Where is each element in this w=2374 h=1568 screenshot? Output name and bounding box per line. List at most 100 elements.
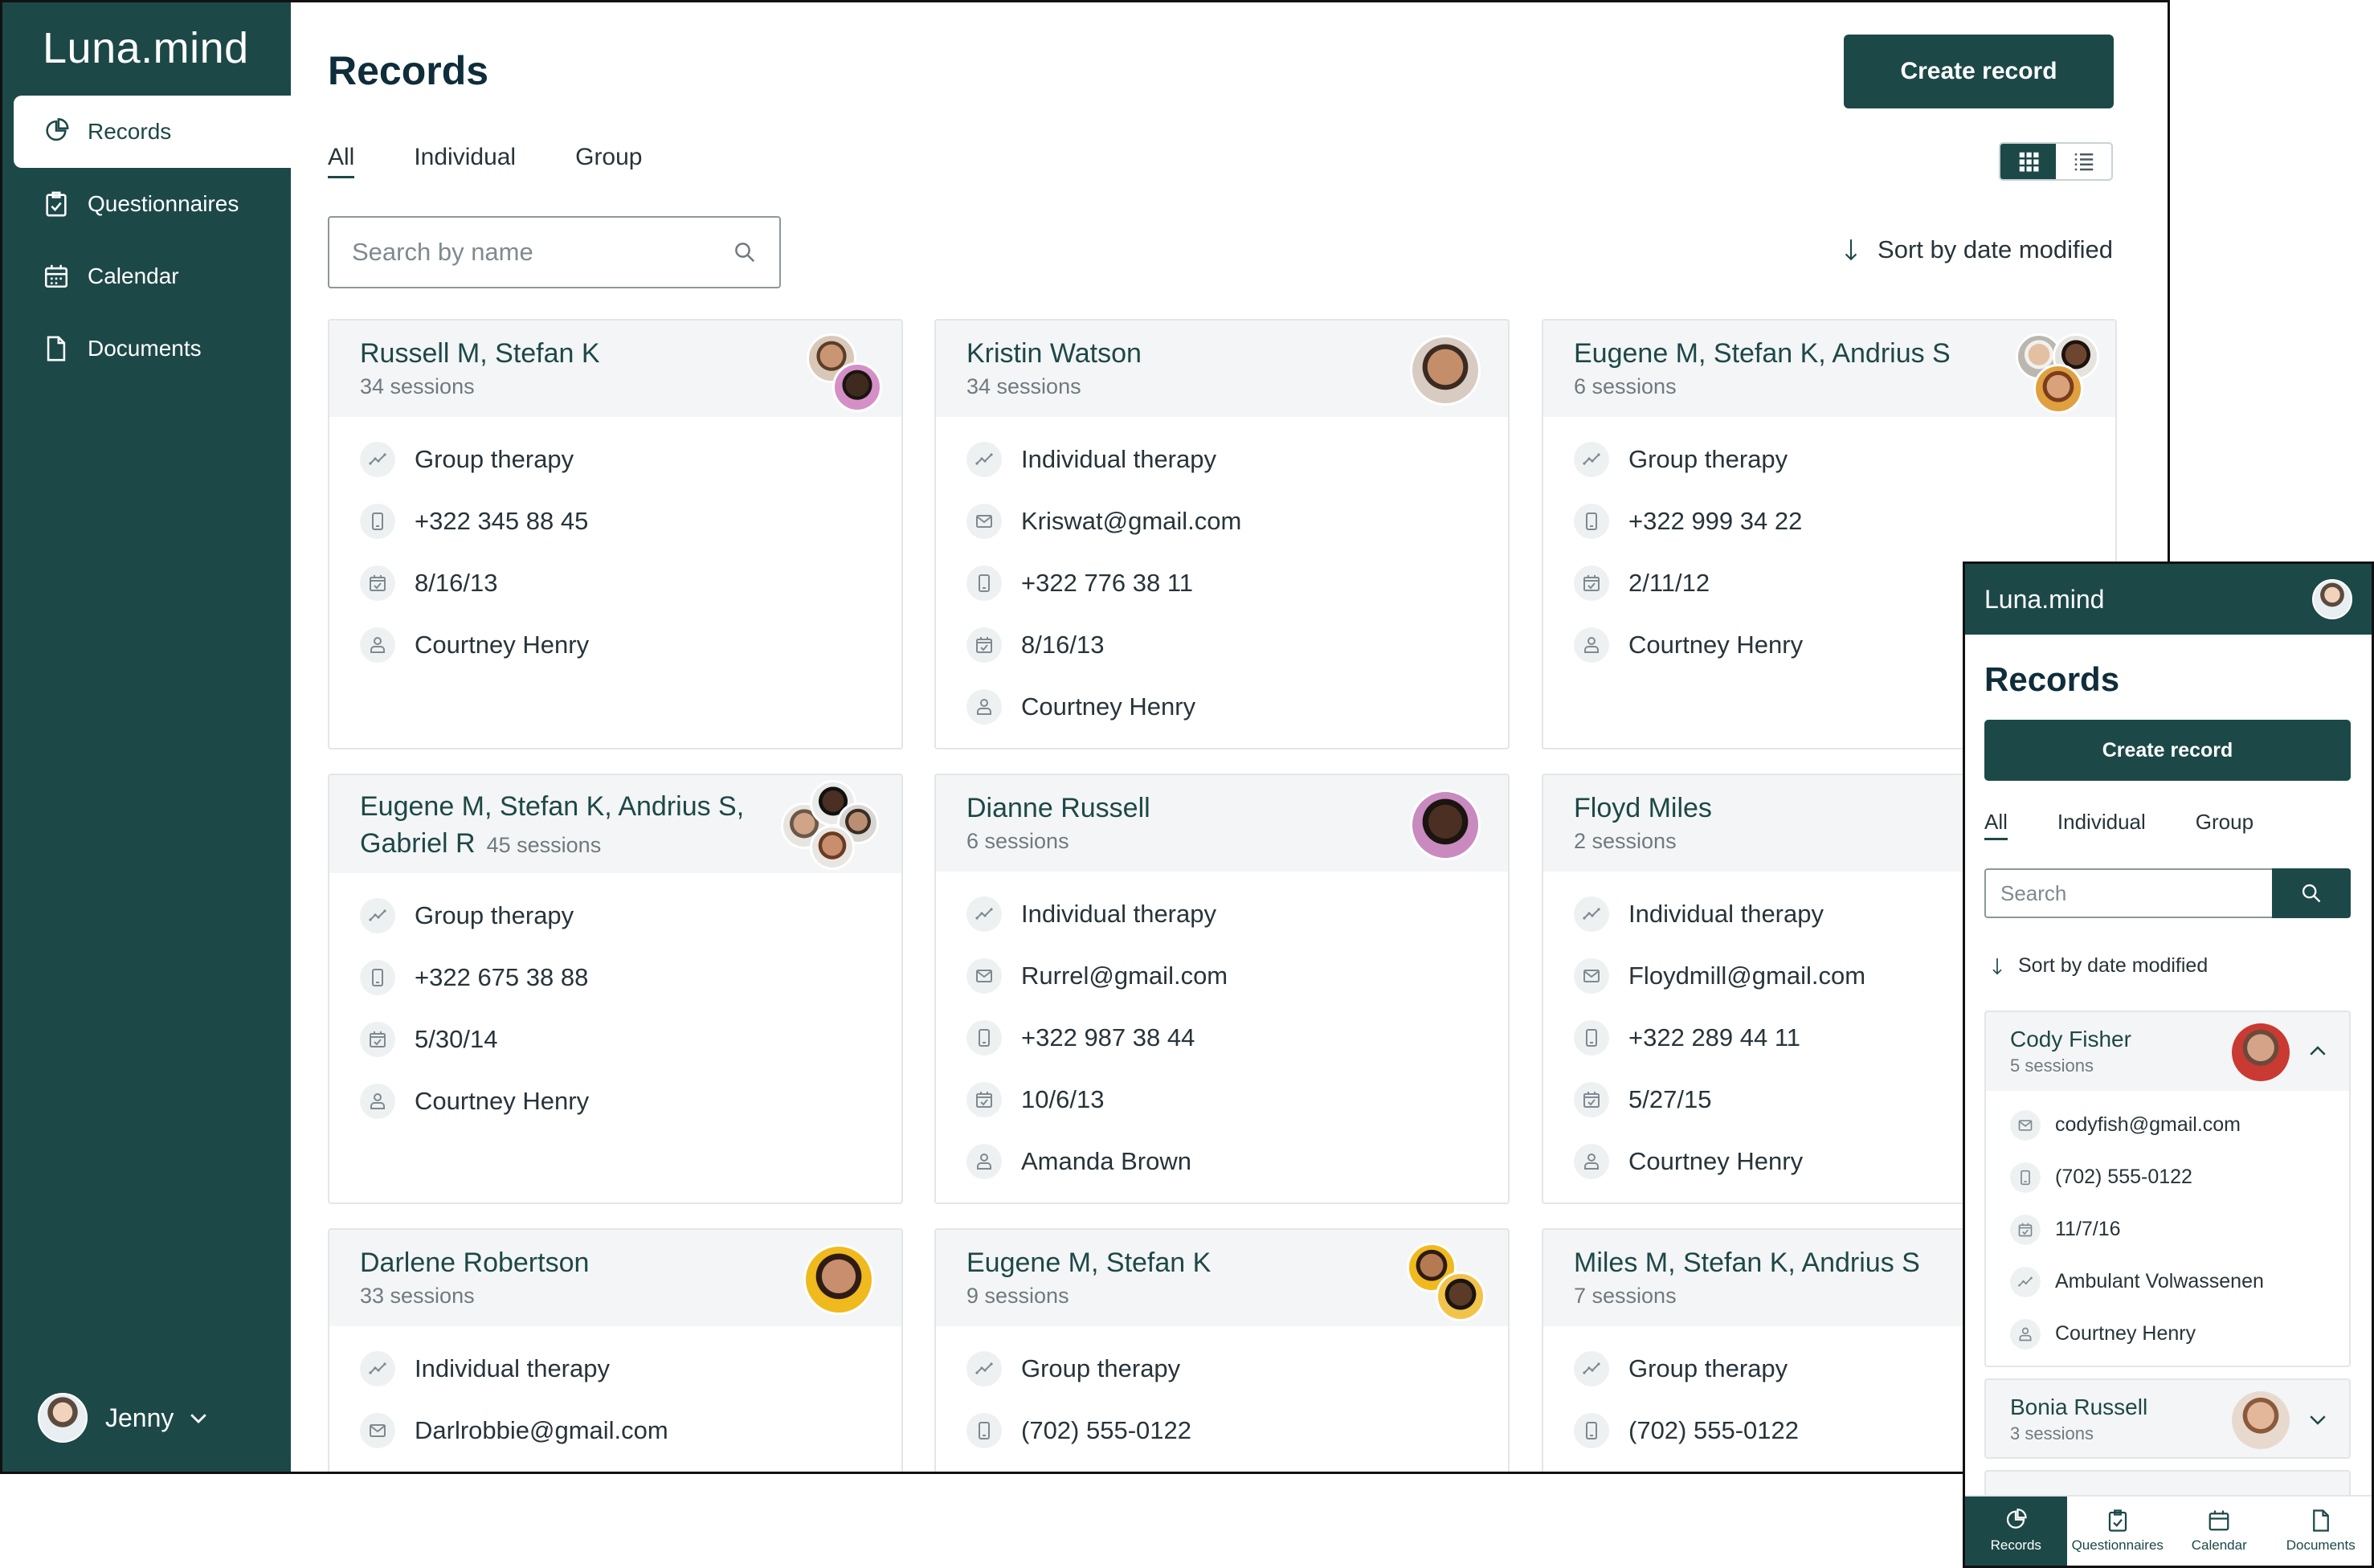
sidebar-item-documents[interactable]: Documents: [14, 312, 291, 385]
avatar: [810, 825, 855, 870]
list-view-button[interactable]: [2056, 144, 2111, 179]
therapy-type-row: Group therapy: [966, 1337, 1477, 1399]
therapy-type: Group therapy: [415, 900, 574, 929]
create-record-button[interactable]: Create record: [1984, 720, 2351, 781]
date-row: 8/16/13: [966, 614, 1477, 676]
phone-icon: [1574, 503, 1609, 539]
chevron-up-icon[interactable]: [2306, 1039, 2330, 1064]
avatar: [832, 362, 882, 412]
record-sessions: 9 sessions: [966, 1284, 1069, 1308]
search-button[interactable]: [2272, 868, 2351, 918]
therapist-name: Courtney Henry: [2055, 1322, 2196, 1345]
phone-row: +322 999 34 22: [1574, 490, 2085, 552]
person-icon: [1574, 627, 1609, 663]
document-icon: [2312, 1509, 2329, 1532]
avatar-group: [797, 1243, 877, 1323]
record-sessions: 33 sessions: [360, 1284, 475, 1308]
search-icon: [735, 243, 755, 263]
record-sessions: 34 sessions: [360, 374, 475, 398]
trend-icon: [1574, 441, 1609, 477]
record-name: Dianne Russell: [966, 793, 1150, 823]
therapy-type: Ambulant Volwassenen: [2055, 1270, 2264, 1292]
chevron-down-icon: [190, 1414, 207, 1423]
record-card[interactable]: Dianne Russell 6 sessions Individual the…: [934, 774, 1510, 1204]
avatar: [38, 1393, 88, 1443]
bottom-nav-documents[interactable]: Documents: [2270, 1497, 2372, 1566]
tab-all[interactable]: All: [328, 144, 355, 178]
record-card[interactable]: Eugene M, Stefan K, Andrius S, Gabriel R…: [328, 774, 903, 1204]
therapy-type-row: Individual therapy: [966, 428, 1477, 490]
arrow-down-icon: [1992, 958, 2002, 974]
avatar: [1436, 1272, 1485, 1321]
record-card[interactable]: Russell M, Stefan K 34 sessions Group th…: [328, 319, 903, 749]
trend-icon: [360, 441, 395, 477]
search-input[interactable]: Search by name: [328, 216, 781, 288]
record-card-collapsed[interactable]: Bonia Russell 3 sessions: [1984, 1378, 2351, 1459]
filter-tabs: All Individual Group: [328, 144, 702, 178]
record-date: 5/30/14: [415, 1024, 498, 1053]
bottom-nav-records[interactable]: Records: [1965, 1497, 2067, 1566]
tab-individual[interactable]: Individual: [414, 144, 516, 178]
therapy-type: Group therapy: [1021, 1354, 1181, 1382]
record-card[interactable]: Eugene M, Stefan K 9 sessions Group ther…: [934, 1228, 1510, 1472]
tab-group[interactable]: Group: [575, 144, 642, 178]
trend-icon: [966, 896, 1002, 932]
trend-icon: [360, 897, 395, 933]
chevron-down-icon[interactable]: [2306, 1407, 2330, 1431]
bottom-nav-questionnaires[interactable]: Questionnaires: [2067, 1497, 2169, 1566]
tab-individual[interactable]: Individual: [2057, 810, 2146, 840]
user-menu[interactable]: Jenny: [38, 1393, 210, 1443]
sort-control[interactable]: Sort by date modified: [1989, 954, 2208, 978]
group-avatars: [781, 780, 881, 872]
bottom-nav-calendar[interactable]: Calendar: [2168, 1497, 2270, 1566]
avatar-group: [1404, 333, 1484, 414]
record-card-header: Bonia Russell 3 sessions: [1986, 1380, 2349, 1457]
email-row: Rurrel@gmail.com: [966, 945, 1477, 1007]
date-row: 5/30/14: [360, 1008, 871, 1070]
tab-all[interactable]: All: [1984, 810, 2008, 840]
phone-icon: [1574, 1019, 1609, 1056]
bottom-nav-label: Records: [1990, 1537, 2041, 1553]
therapy-type-row: Individual therapy: [966, 883, 1477, 945]
therapy-type: Group therapy: [1628, 1354, 1788, 1382]
therapy-type-row: Individual therapy: [360, 1337, 871, 1399]
therapist-name: Courtney Henry: [1021, 692, 1196, 721]
therapist-name: Courtney Henry: [1628, 630, 1804, 659]
record-date: 5/27/15: [1628, 1084, 1712, 1113]
therapist-row: Courtney Henry: [360, 614, 871, 676]
calendar-check-icon: [360, 565, 395, 601]
tab-group[interactable]: Group: [2196, 810, 2253, 840]
grid-view-button[interactable]: [2000, 144, 2056, 179]
trend-icon: [2010, 1266, 2041, 1297]
sidebar-item-label: Questionnaires: [88, 191, 239, 216]
create-record-button[interactable]: Create record: [1844, 35, 2114, 108]
avatar[interactable]: [2312, 579, 2352, 619]
record-sessions: 34 sessions: [966, 374, 1081, 398]
phone-icon: [360, 959, 395, 995]
therapist-row: Courtney Henry: [2010, 1308, 2325, 1360]
sidebar-item-calendar[interactable]: Calendar: [14, 240, 291, 312]
date-row: 11/7/16: [2010, 1203, 2325, 1256]
record-card-expanded[interactable]: Cody Fisher 5 sessions codyfish@gmail.co…: [1984, 1011, 2351, 1367]
person-icon: [966, 688, 1002, 725]
mail-icon: [966, 958, 1002, 994]
search-input[interactable]: Search: [1984, 868, 2272, 918]
avatar: [2033, 364, 2083, 414]
main-content: Records Create record All Individual Gro…: [291, 2, 2168, 1472]
record-sessions: 6 sessions: [966, 829, 1069, 853]
record-name: Kristin Watson: [966, 338, 1142, 369]
therapist-name: Courtney Henry: [415, 1086, 590, 1115]
record-card[interactable]: Darlene Robertson 33 sessions Individual…: [328, 1228, 903, 1472]
email-address: codyfish@gmail.com: [2055, 1113, 2241, 1136]
sidebar-item-records[interactable]: Records: [14, 96, 291, 168]
desktop-app-window: Luna.mind Records Questionnaires Calenda…: [0, 0, 2170, 1474]
user-name: Jenny: [105, 1403, 174, 1432]
phone-row: +322 776 38 11: [966, 552, 1477, 614]
email-address: Rurrel@gmail.com: [1021, 961, 1228, 990]
phone-icon: [1574, 1412, 1609, 1448]
sidebar-item-questionnaires[interactable]: Questionnaires: [14, 168, 291, 240]
therapy-type-row: Group therapy: [360, 884, 871, 946]
calendar-check-icon: [966, 627, 1002, 663]
record-card[interactable]: Kristin Watson 34 sessions Individual th…: [934, 319, 1510, 749]
sort-control[interactable]: Sort by date modified: [1841, 235, 2113, 264]
